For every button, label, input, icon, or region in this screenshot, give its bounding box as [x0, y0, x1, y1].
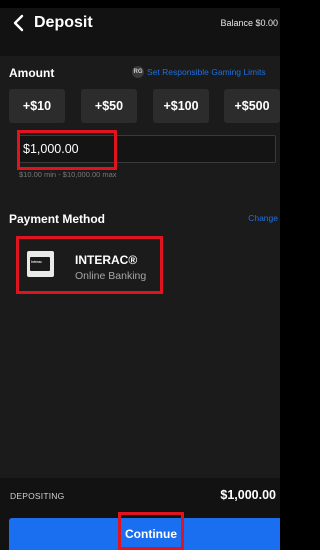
quick-amount-10-button[interactable]: +$10	[9, 89, 65, 123]
depositing-label: DEPOSITING	[10, 491, 65, 501]
amount-highlight-box	[17, 130, 117, 170]
payment-method-highlight-box	[16, 236, 163, 294]
continue-highlight-box	[118, 512, 184, 550]
balance-label: Balance $0.00	[220, 18, 278, 28]
change-payment-link[interactable]: Change	[248, 213, 278, 223]
quick-amount-500-button[interactable]: +$500	[224, 89, 280, 123]
page-title: Deposit	[34, 14, 93, 31]
amount-limits-text: $10.00 min - $10,000.00 max	[19, 170, 117, 179]
responsible-gaming-link-wrap[interactable]: RG Set Responsible Gaming Limits	[132, 65, 266, 79]
amount-label: Amount	[9, 66, 55, 80]
quick-amount-50-button[interactable]: +$50	[81, 89, 137, 123]
status-bar	[0, 0, 280, 8]
responsible-gaming-icon: RG	[132, 66, 144, 78]
chevron-left-icon[interactable]	[9, 13, 29, 33]
payment-method-label: Payment Method	[9, 212, 106, 226]
responsible-gaming-link[interactable]: Set Responsible Gaming Limits	[147, 67, 266, 77]
depositing-amount: $1,000.00	[220, 488, 276, 502]
quick-amount-100-button[interactable]: +$100	[153, 89, 209, 123]
